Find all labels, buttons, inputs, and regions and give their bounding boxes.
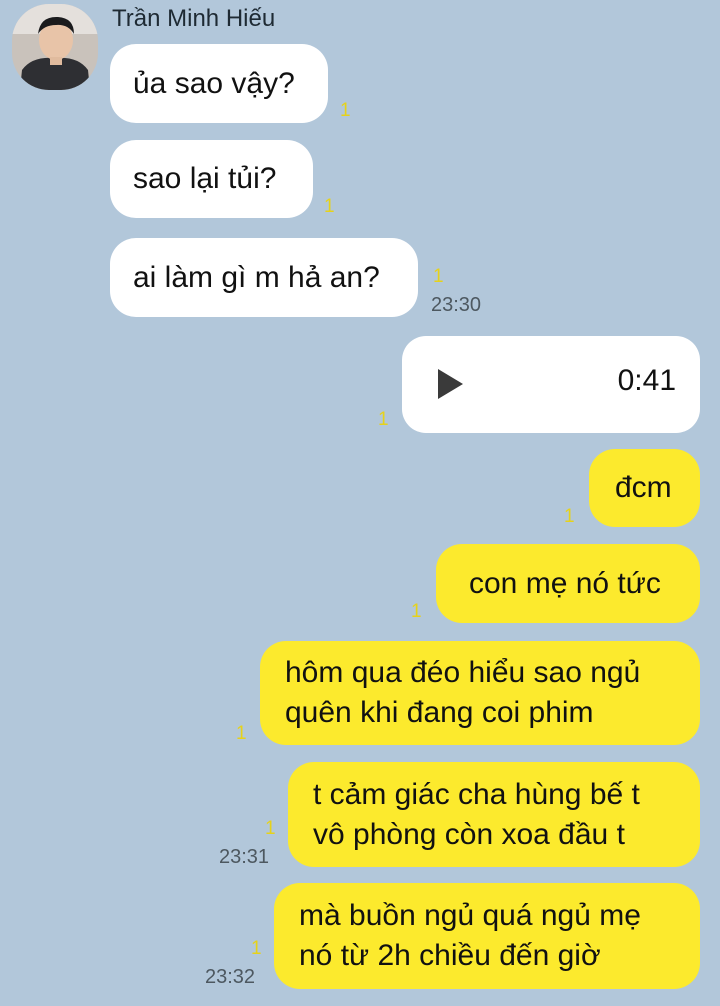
unread-count: 1 <box>378 409 389 430</box>
unread-count: 1 <box>411 601 422 622</box>
message-text: sao lại tủi? <box>133 162 277 195</box>
voice-duration: 0:41 <box>617 364 676 397</box>
contact-name: Trần Minh Hiếu <box>112 5 276 32</box>
voice-message[interactable]: 0:41 <box>402 336 700 433</box>
incoming-message[interactable]: ai làm gì m hả an? <box>110 238 418 317</box>
message-time: 23:30 <box>431 294 482 316</box>
message-text: hôm qua đéo hiểu sao ngủ quên khi đang c… <box>285 656 641 729</box>
play-icon[interactable] <box>438 369 463 399</box>
outgoing-message[interactable]: đcm <box>589 449 700 527</box>
message-text: con mẹ nó tức <box>469 566 661 600</box>
unread-count: 1 <box>324 196 335 217</box>
contact-avatar[interactable] <box>12 4 98 90</box>
unread-count: 1 <box>236 723 247 744</box>
message-text: mà buồn ngủ quá ngủ mẹ nó từ 2h chiều đế… <box>299 899 641 972</box>
incoming-message[interactable]: sao lại tủi? <box>110 140 313 218</box>
outgoing-message[interactable]: con mẹ nó tức <box>436 544 700 623</box>
unread-count: 1 <box>251 938 262 959</box>
outgoing-message[interactable]: mà buồn ngủ quá ngủ mẹ nó từ 2h chiều đế… <box>274 883 700 989</box>
message-time: 23:31 <box>219 846 270 868</box>
avatar-photo-icon <box>12 4 98 90</box>
message-text: ai làm gì m hả an? <box>133 260 380 294</box>
message-text: t cảm giác cha hùng bế t vô phòng còn xo… <box>313 777 640 851</box>
message-text: đcm <box>615 471 672 504</box>
unread-count: 1 <box>265 818 276 839</box>
outgoing-message[interactable]: t cảm giác cha hùng bế t vô phòng còn xo… <box>288 762 700 867</box>
outgoing-message[interactable]: hôm qua đéo hiểu sao ngủ quên khi đang c… <box>260 641 700 745</box>
incoming-message[interactable]: ủa sao vậy? <box>110 44 328 123</box>
message-text: ủa sao vậy? <box>133 66 295 100</box>
unread-count: 1 <box>433 266 444 287</box>
unread-count: 1 <box>564 506 575 527</box>
message-time: 23:32 <box>205 966 256 988</box>
unread-count: 1 <box>340 100 351 121</box>
